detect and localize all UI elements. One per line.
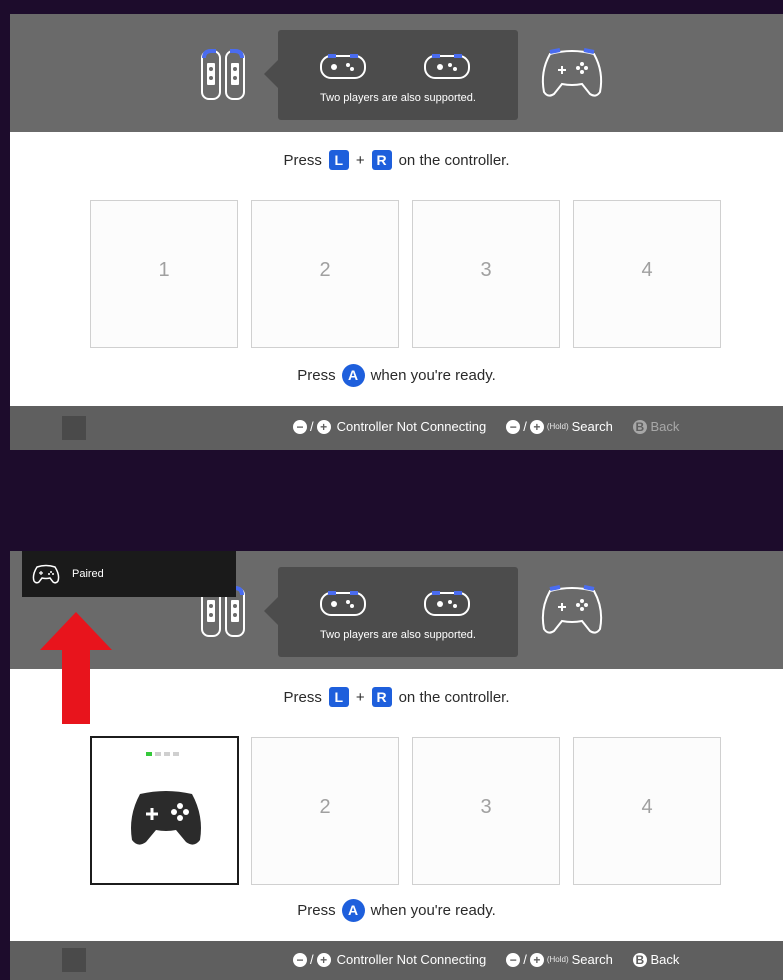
slot-number: 2 bbox=[319, 796, 331, 818]
slot-number: 1 bbox=[158, 259, 170, 281]
ready-suffix: when you're ready. bbox=[370, 367, 496, 384]
main-content: Press L + R on the controller. 1 2 3 4 P… bbox=[10, 132, 783, 406]
minus-button-icon[interactable]: − bbox=[506, 952, 521, 967]
back-label: Back bbox=[650, 952, 680, 967]
footer-bar: − / + Controller Not Connecting − / + (Hold)… bbox=[10, 406, 783, 450]
footer-actions: − / + Controller Not Connecting − / + (Hold)… bbox=[293, 952, 679, 967]
plus-button-icon[interactable]: + bbox=[529, 419, 544, 434]
instruction-suffix: on the controller. bbox=[398, 151, 510, 169]
two-players-note: Two players are also supported. bbox=[320, 92, 476, 104]
player-slot-1-paired[interactable] bbox=[90, 736, 239, 885]
red-annotation-arrow bbox=[40, 612, 112, 724]
paired-toast: Paired bbox=[22, 551, 236, 597]
ready-press: Press bbox=[297, 902, 336, 919]
header-bar: Two players are also supported. bbox=[10, 14, 783, 132]
back-label: Back bbox=[650, 419, 680, 434]
two-players-callout: Two players are also supported. bbox=[264, 567, 518, 657]
plus-button-icon[interactable]: + bbox=[316, 419, 331, 434]
b-button-icon: B bbox=[632, 420, 647, 434]
slot-number: 4 bbox=[641, 796, 653, 818]
footer-bar: − / + Controller Not Connecting − / + (Hold)… bbox=[10, 941, 783, 980]
instruction-press: Press bbox=[283, 151, 322, 169]
b-button-icon: B bbox=[632, 953, 647, 967]
pro-controller-icon[interactable] bbox=[538, 44, 606, 100]
paired-pro-controller-icon bbox=[131, 791, 201, 845]
player-led-indicator bbox=[146, 752, 179, 756]
l-button-icon: L bbox=[328, 150, 349, 170]
instruction-suffix: on the controller. bbox=[398, 688, 510, 706]
player-led-4 bbox=[173, 752, 179, 756]
player-led-1 bbox=[146, 752, 152, 756]
slot-number: 4 bbox=[641, 259, 653, 281]
paired-label: Paired bbox=[72, 568, 104, 580]
player-slot-3[interactable]: 3 bbox=[412, 200, 560, 348]
player-slot-4[interactable]: 4 bbox=[573, 200, 721, 348]
plus-button-icon[interactable]: + bbox=[316, 952, 331, 967]
footer-actions: − / + Controller Not Connecting − / + (Hold)… bbox=[293, 419, 679, 434]
minus-button-icon[interactable]: − bbox=[293, 419, 307, 434]
back-action-disabled: B Back bbox=[632, 419, 680, 434]
ready-prompt: Press A when you're ready. bbox=[10, 364, 783, 387]
plus-sign: + bbox=[355, 151, 365, 169]
a-button-icon[interactable]: A bbox=[341, 364, 365, 387]
player-slots: 1 2 3 4 bbox=[90, 200, 721, 348]
ready-prompt: Press A when you're ready. bbox=[10, 899, 783, 922]
l-button-icon: L bbox=[328, 687, 349, 707]
blurred-footer-icon bbox=[62, 948, 86, 972]
plus-button-icon[interactable]: + bbox=[529, 952, 544, 967]
controller-change-grip-screen-before: Two players are also supported. Press L … bbox=[10, 14, 783, 450]
player-slot-3[interactable]: 3 bbox=[412, 737, 560, 885]
back-action[interactable]: B Back bbox=[632, 952, 680, 967]
main-content: Press L + R on the controller. 2 3 4 Pre… bbox=[10, 669, 783, 941]
minus-button-icon[interactable]: − bbox=[293, 952, 307, 967]
player-led-2 bbox=[155, 752, 161, 756]
pairing-instruction: Press L + R on the controller. bbox=[10, 150, 783, 170]
search-action[interactable]: Search bbox=[572, 419, 613, 434]
joycon-sideways-left-icon[interactable] bbox=[318, 587, 368, 619]
ready-suffix: when you're ready. bbox=[370, 902, 496, 919]
joycon-sideways-right-icon[interactable] bbox=[422, 50, 472, 82]
joycon-sideways-right-icon[interactable] bbox=[422, 587, 472, 619]
slot-number: 2 bbox=[319, 259, 331, 281]
player-slot-2[interactable]: 2 bbox=[251, 737, 399, 885]
hold-label: (Hold) bbox=[546, 422, 569, 431]
slot-number: 3 bbox=[480, 259, 492, 281]
joycon-vertical-icon[interactable] bbox=[200, 49, 246, 101]
two-players-note: Two players are also supported. bbox=[320, 629, 476, 641]
minus-button-icon[interactable]: − bbox=[506, 419, 521, 434]
slot-number: 3 bbox=[480, 796, 492, 818]
player-slot-1[interactable]: 1 bbox=[90, 200, 238, 348]
player-led-3 bbox=[164, 752, 170, 756]
controller-not-connecting-link[interactable]: Controller Not Connecting bbox=[337, 419, 487, 434]
player-slots: 2 3 4 bbox=[90, 736, 721, 885]
two-players-callout: Two players are also supported. bbox=[264, 30, 518, 120]
player-slot-2[interactable]: 2 bbox=[251, 200, 399, 348]
player-slot-4[interactable]: 4 bbox=[573, 737, 721, 885]
pairing-instruction: Press L + R on the controller. bbox=[10, 687, 783, 707]
pro-controller-icon[interactable] bbox=[538, 581, 606, 637]
hold-label: (Hold) bbox=[546, 955, 569, 964]
blurred-footer-icon bbox=[62, 416, 86, 440]
r-button-icon: R bbox=[371, 687, 392, 707]
ready-press: Press bbox=[297, 367, 336, 384]
controller-not-connecting-link[interactable]: Controller Not Connecting bbox=[337, 952, 487, 967]
controller-icon bbox=[32, 564, 60, 584]
r-button-icon: R bbox=[371, 150, 392, 170]
joycon-sideways-left-icon[interactable] bbox=[318, 50, 368, 82]
controller-change-grip-screen-after: Two players are also supported. Press L … bbox=[10, 551, 783, 980]
search-action[interactable]: Search bbox=[572, 952, 613, 967]
instruction-press: Press bbox=[283, 688, 322, 706]
plus-sign: + bbox=[355, 688, 365, 706]
a-button-icon[interactable]: A bbox=[341, 899, 365, 922]
